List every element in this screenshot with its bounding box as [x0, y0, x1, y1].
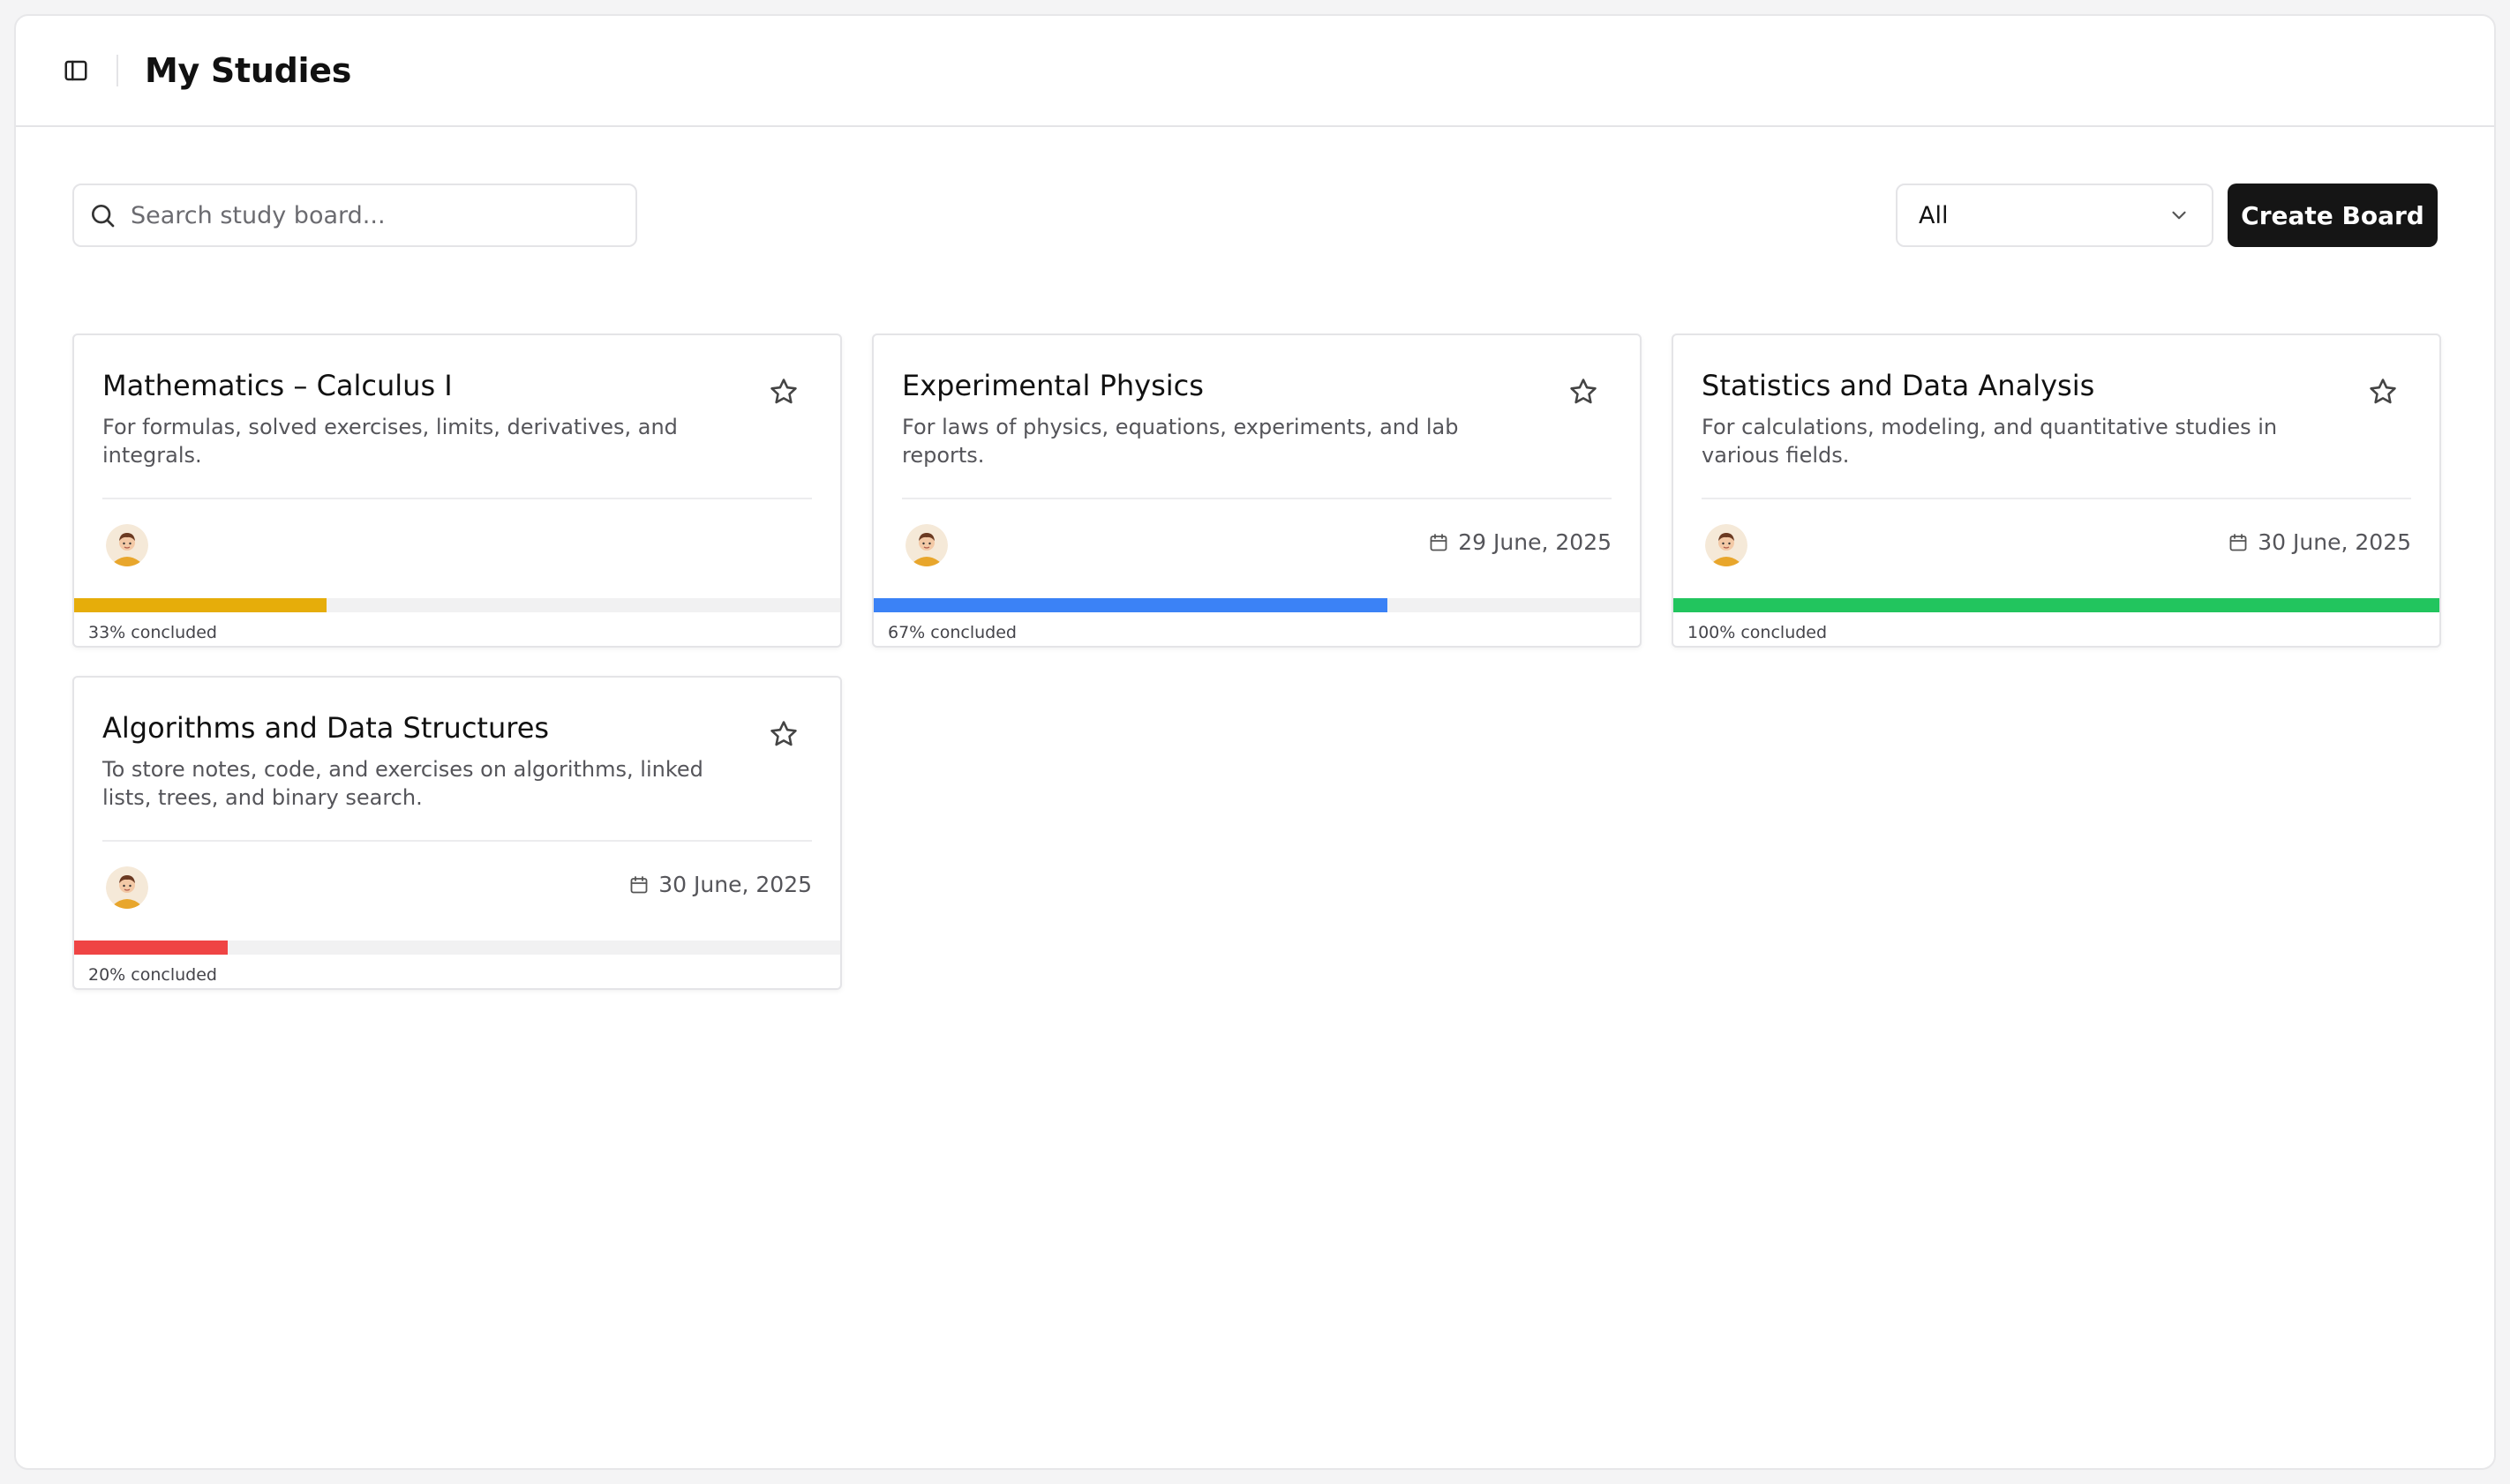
card-divider — [1702, 498, 2411, 499]
calendar-icon — [1430, 533, 1447, 551]
progress-fill — [74, 598, 327, 612]
calendar-icon — [2229, 533, 2247, 551]
progress-label: 100% concluded — [1687, 623, 1828, 642]
avatar — [106, 866, 148, 909]
avatar — [906, 524, 948, 566]
card-divider — [102, 498, 812, 499]
board-card[interactable]: Experimental Physics For laws of physics… — [872, 334, 1642, 648]
toolbar: All Create Board — [72, 184, 2438, 247]
board-title: Algorithms and Data Structures — [102, 711, 550, 745]
progress-label: 67% concluded — [888, 623, 1017, 642]
board-card[interactable]: Statistics and Data Analysis For calcula… — [1672, 334, 2441, 648]
progress-fill — [874, 598, 1387, 612]
app-window: My Studies All Create Board Mathematics … — [14, 14, 2496, 1470]
board-description: For laws of physics, equations, experime… — [902, 415, 1459, 468]
sidebar-panel-icon — [64, 60, 87, 81]
avatar — [1705, 524, 1747, 566]
board-description: To store notes, code, and exercises on a… — [102, 757, 703, 810]
star-icon[interactable] — [766, 716, 801, 752]
sidebar-toggle-button[interactable] — [48, 42, 104, 99]
filter-select[interactable]: All — [1896, 184, 2213, 247]
page-title: My Studies — [145, 51, 352, 90]
progress-fill — [74, 941, 228, 955]
calendar-icon — [630, 875, 648, 893]
star-icon[interactable] — [1566, 374, 1601, 409]
progress-label: 33% concluded — [88, 623, 217, 642]
board-card[interactable]: Algorithms and Data Structures To store … — [72, 676, 842, 990]
create-board-button[interactable]: Create Board — [2228, 184, 2438, 247]
top-bar: My Studies — [16, 16, 2494, 127]
progress-track — [74, 598, 840, 612]
board-date: 30 June, 2025 — [628, 872, 812, 897]
search-input[interactable] — [131, 189, 635, 242]
board-date-text: 29 June, 2025 — [1458, 529, 1612, 555]
board-title: Experimental Physics — [902, 369, 1204, 402]
board-date-text: 30 June, 2025 — [658, 872, 812, 897]
board-title: Statistics and Data Analysis — [1702, 369, 2095, 402]
board-date-text: 30 June, 2025 — [2258, 529, 2411, 555]
header-divider — [116, 55, 118, 86]
board-card[interactable]: Mathematics – Calculus I For formulas, s… — [72, 334, 842, 648]
progress-label: 20% concluded — [88, 965, 217, 985]
card-divider — [102, 840, 812, 842]
star-icon[interactable] — [2365, 374, 2401, 409]
search-icon — [86, 199, 118, 231]
board-description: For calculations, modeling, and quantita… — [1702, 415, 2278, 468]
card-divider — [902, 498, 1612, 499]
avatar — [106, 524, 148, 566]
board-description: For formulas, solved exercises, limits, … — [102, 415, 678, 468]
board-date: 30 June, 2025 — [2228, 529, 2411, 555]
progress-track — [874, 598, 1640, 612]
board-date: 29 June, 2025 — [1428, 529, 1612, 555]
progress-track — [74, 941, 840, 955]
star-icon[interactable] — [766, 374, 801, 409]
progress-track — [1673, 598, 2439, 612]
filter-select-value: All — [1919, 201, 1949, 229]
board-title: Mathematics – Calculus I — [102, 369, 453, 402]
progress-fill — [1673, 598, 2439, 612]
chevron-down-icon — [2172, 211, 2186, 220]
search-box[interactable] — [72, 184, 637, 247]
